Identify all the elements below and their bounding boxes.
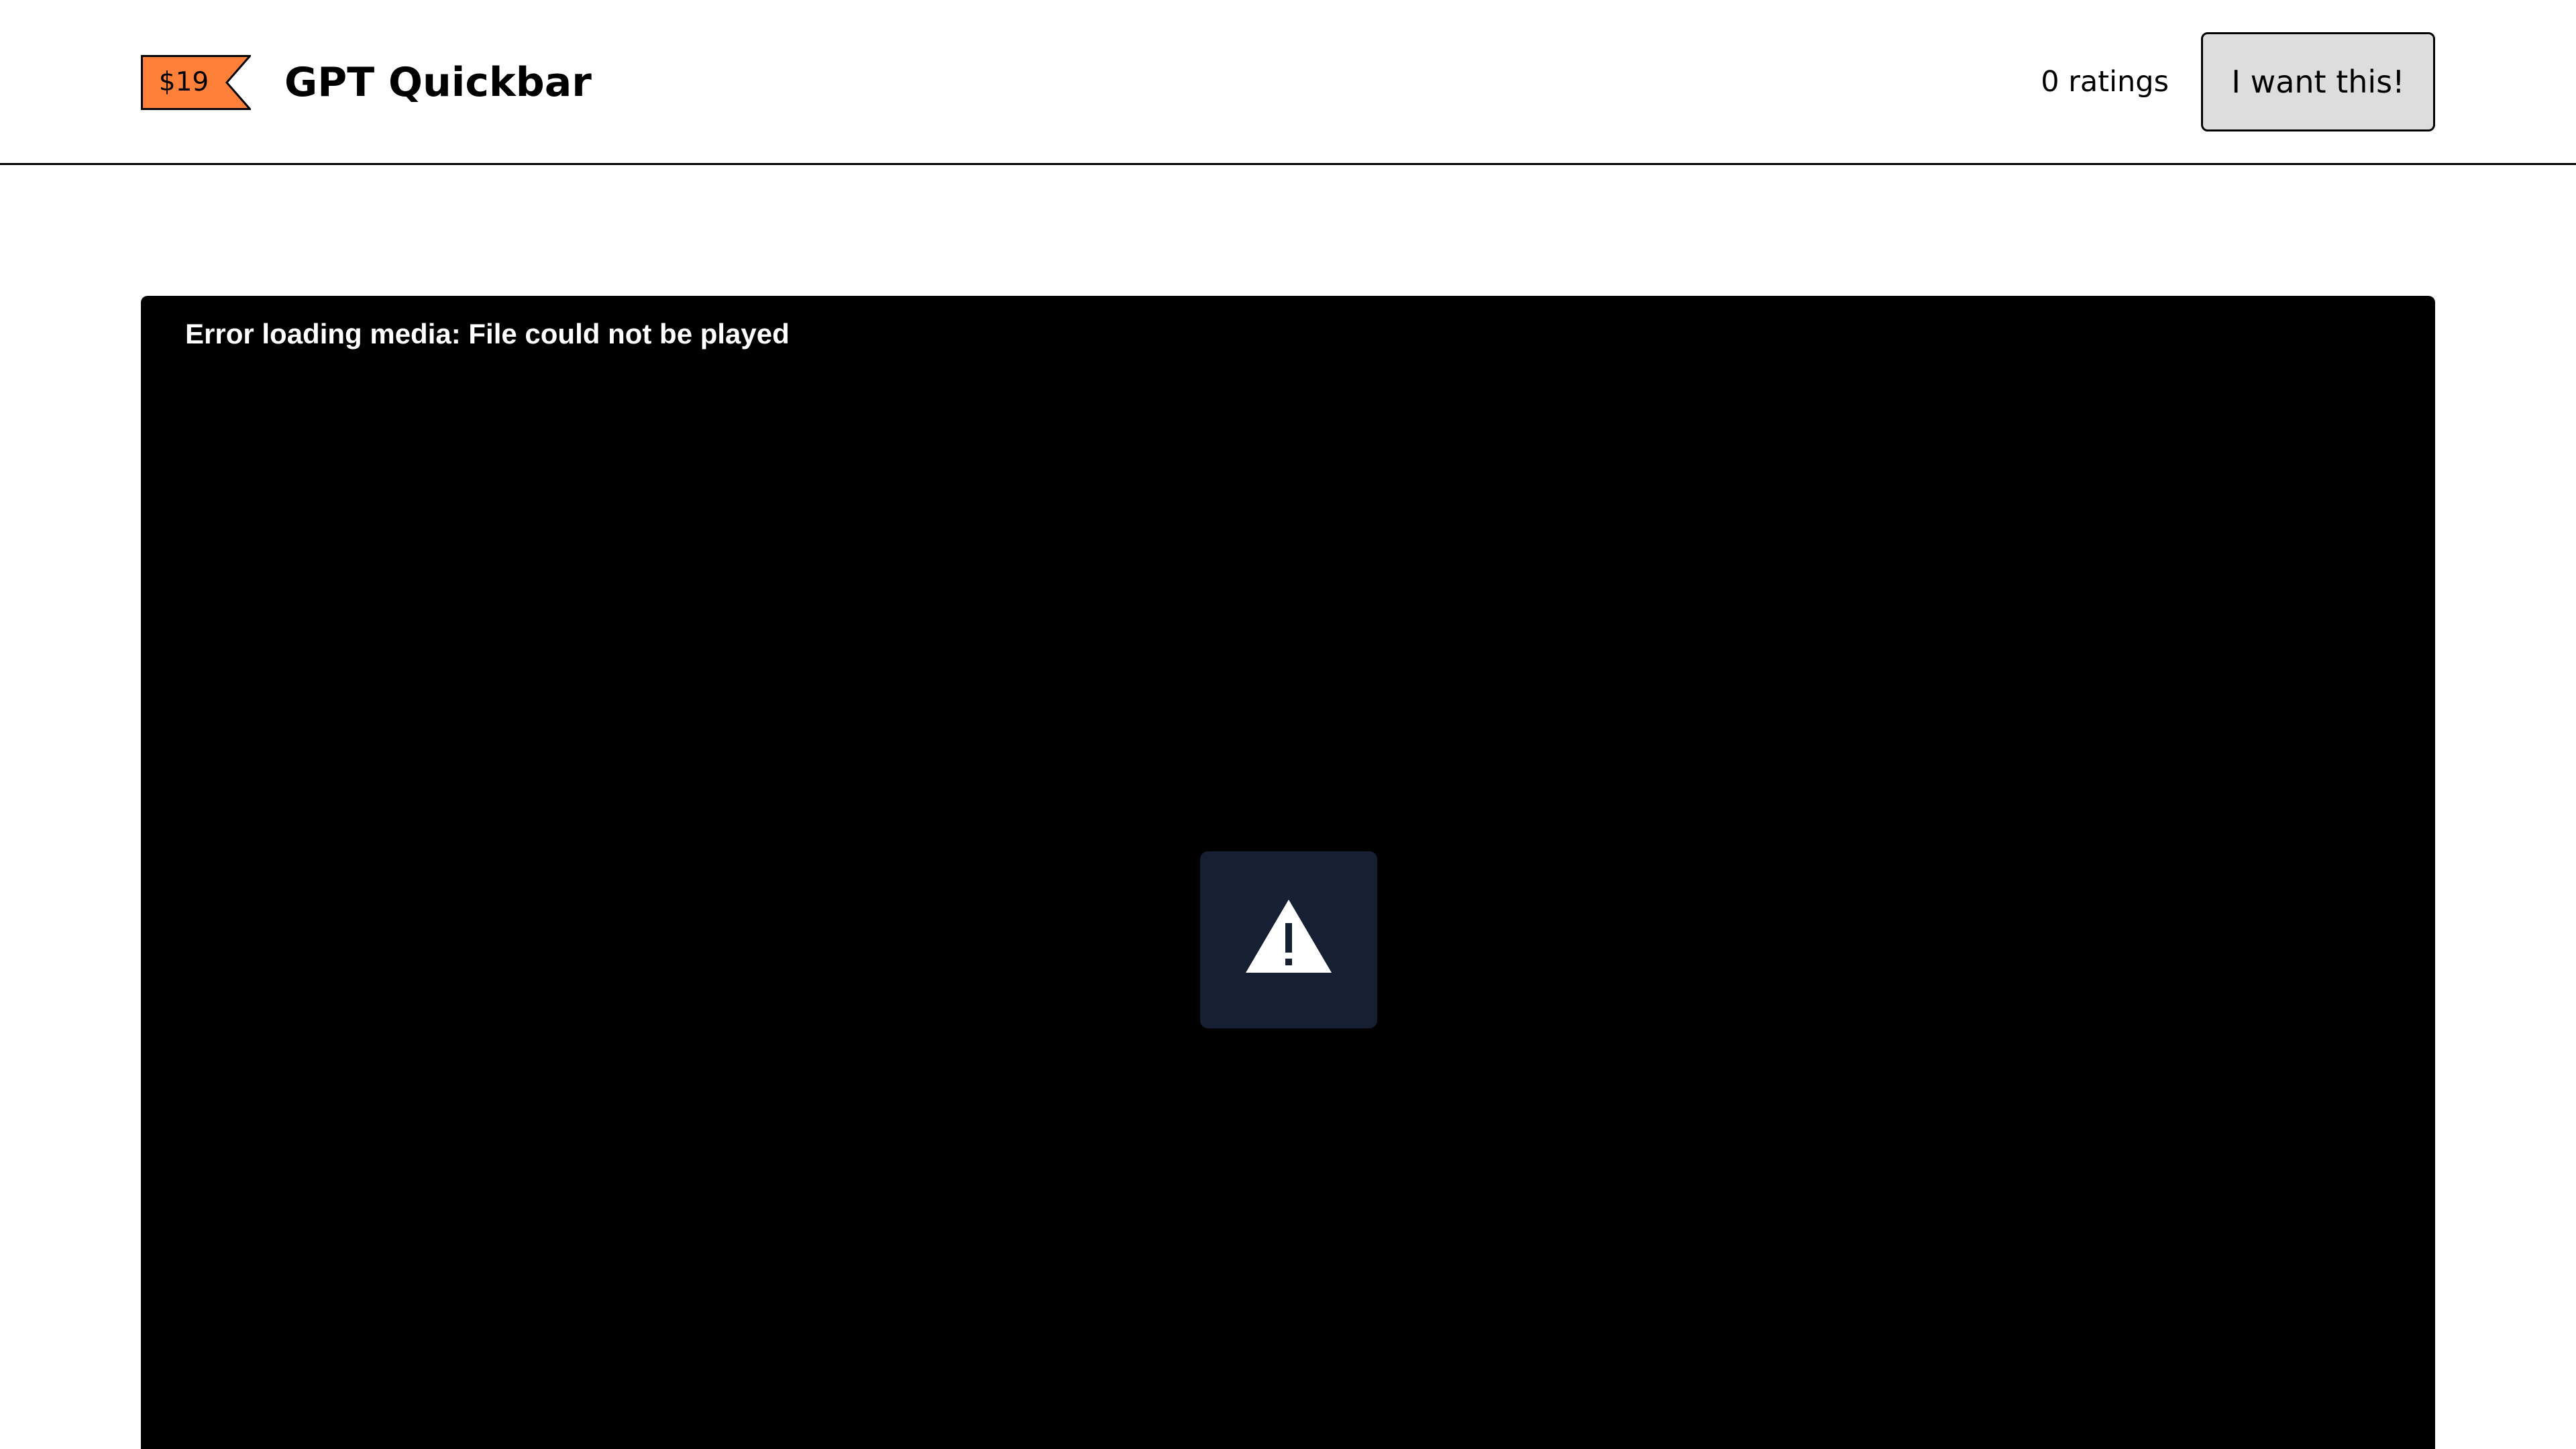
price-tag: $19 [141,55,251,110]
i-want-this-button[interactable]: I want this! [2201,32,2435,131]
media-error-indicator [1200,851,1377,1028]
price-value: $19 [158,67,209,97]
ratings-count[interactable]: 0 ratings [2041,60,2169,103]
warning-triangle-icon [1246,900,1332,973]
media-player[interactable]: Error loading media: File could not be p… [141,296,2435,1449]
product-title: GPT Quickbar [284,59,592,106]
media-error-message: Error loading media: File could not be p… [185,318,790,350]
product-header: $19 GPT Quickbar 0 ratings I want this! [0,0,2576,165]
